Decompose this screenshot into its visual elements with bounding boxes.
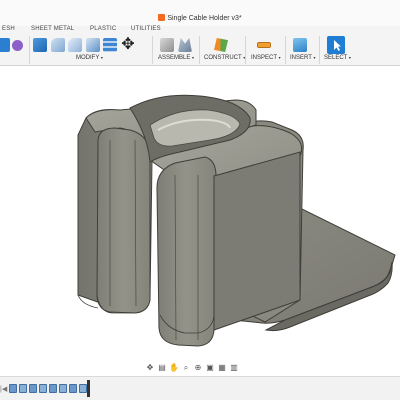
timeline-feature[interactable] bbox=[69, 384, 77, 393]
timeline-feature[interactable] bbox=[59, 384, 67, 393]
select-tool-icon[interactable] bbox=[327, 36, 345, 54]
cable-holder-model[interactable] bbox=[0, 67, 400, 360]
chevron-down-icon: ▾ bbox=[192, 55, 195, 60]
divider bbox=[245, 36, 246, 64]
document-title: Single Cable Holder v3* bbox=[0, 14, 400, 22]
measure-icon[interactable] bbox=[257, 42, 271, 48]
timeline-marker[interactable] bbox=[87, 380, 90, 397]
divider bbox=[199, 36, 200, 64]
chevron-down-icon: ▾ bbox=[348, 55, 351, 60]
timeline-feature[interactable] bbox=[49, 384, 57, 393]
timeline-feature[interactable] bbox=[9, 384, 17, 393]
chamfer-icon[interactable] bbox=[68, 38, 82, 52]
modify-menu[interactable]: MODIFY ▾ bbox=[76, 55, 103, 61]
inspect-menu[interactable]: INSPECT ▾ bbox=[251, 55, 281, 61]
timeline-start-button[interactable]: |◀ bbox=[0, 385, 7, 393]
grid-icon[interactable]: ▦ bbox=[217, 363, 227, 373]
timeline-feature[interactable] bbox=[39, 384, 47, 393]
cursor-icon bbox=[334, 40, 341, 51]
chevron-down-icon: ▾ bbox=[313, 55, 316, 60]
divider bbox=[285, 36, 286, 64]
look-at-icon[interactable]: ▤ bbox=[157, 363, 167, 373]
inspect-label: INSPECT bbox=[251, 55, 277, 61]
toolbar-ribbon: ESH SHEET METAL PLASTIC UTILITIES ✥ MODI… bbox=[0, 26, 400, 66]
offset-plane-icon[interactable] bbox=[214, 38, 228, 52]
document-title-text: Single Cable Holder v3* bbox=[167, 15, 242, 22]
timeline-feature[interactable] bbox=[79, 384, 87, 393]
insert-label: INSERT bbox=[290, 55, 312, 61]
tab-sheet-metal[interactable]: SHEET METAL bbox=[31, 26, 74, 32]
press-pull-icon[interactable] bbox=[33, 38, 47, 52]
canvas-viewport[interactable] bbox=[0, 67, 400, 360]
display-settings-icon[interactable]: ▣ bbox=[205, 363, 215, 373]
select-menu[interactable]: SELECT ▾ bbox=[324, 55, 351, 61]
insert-image-icon[interactable] bbox=[293, 38, 307, 52]
orbit-icon[interactable]: ✥ bbox=[145, 363, 155, 373]
timeline-feature[interactable] bbox=[29, 384, 37, 393]
construct-menu[interactable]: CONSTRUCT ▾ bbox=[204, 55, 245, 61]
chevron-down-icon: ▾ bbox=[278, 55, 281, 60]
divider bbox=[319, 36, 320, 64]
viewports-icon[interactable]: ▥ bbox=[229, 363, 239, 373]
title-bar: Single Cable Holder v3* bbox=[0, 0, 400, 26]
construct-label: CONSTRUCT bbox=[204, 55, 242, 61]
assemble-menu[interactable]: ASSEMBLE ▾ bbox=[158, 55, 194, 61]
zoom-window-icon[interactable]: ⊕ bbox=[193, 363, 203, 373]
zoom-icon[interactable]: ⌕ bbox=[181, 363, 191, 373]
divider bbox=[152, 36, 153, 64]
create-tool-icon[interactable] bbox=[0, 38, 10, 52]
select-label: SELECT bbox=[324, 55, 348, 61]
divider bbox=[29, 36, 30, 64]
insert-menu[interactable]: INSERT ▾ bbox=[290, 55, 315, 61]
fillet-icon[interactable] bbox=[51, 38, 65, 52]
shell-icon[interactable] bbox=[86, 38, 100, 52]
assemble-label: ASSEMBLE bbox=[158, 55, 191, 61]
form-tool-icon[interactable] bbox=[12, 40, 23, 51]
new-component-icon[interactable] bbox=[160, 38, 174, 52]
modify-label: MODIFY bbox=[76, 55, 100, 61]
fusion-document-icon bbox=[158, 14, 166, 21]
tab-utilities[interactable]: UTILITIES bbox=[131, 26, 161, 32]
tab-mesh[interactable]: ESH bbox=[2, 26, 15, 32]
split-body-icon[interactable] bbox=[103, 38, 117, 52]
tab-plastic[interactable]: PLASTIC bbox=[90, 26, 116, 32]
navigation-bar: ✥ ▤ ✋ ⌕ ⊕ ▣ ▦ ▥ bbox=[145, 361, 255, 374]
chevron-down-icon: ▾ bbox=[100, 55, 103, 60]
timeline-feature[interactable] bbox=[19, 384, 27, 393]
timeline: |◀ bbox=[0, 376, 400, 400]
move-copy-icon[interactable]: ✥ bbox=[121, 37, 135, 53]
right-block[interactable] bbox=[148, 120, 304, 347]
pan-icon[interactable]: ✋ bbox=[169, 363, 179, 373]
joint-icon[interactable] bbox=[178, 38, 192, 52]
